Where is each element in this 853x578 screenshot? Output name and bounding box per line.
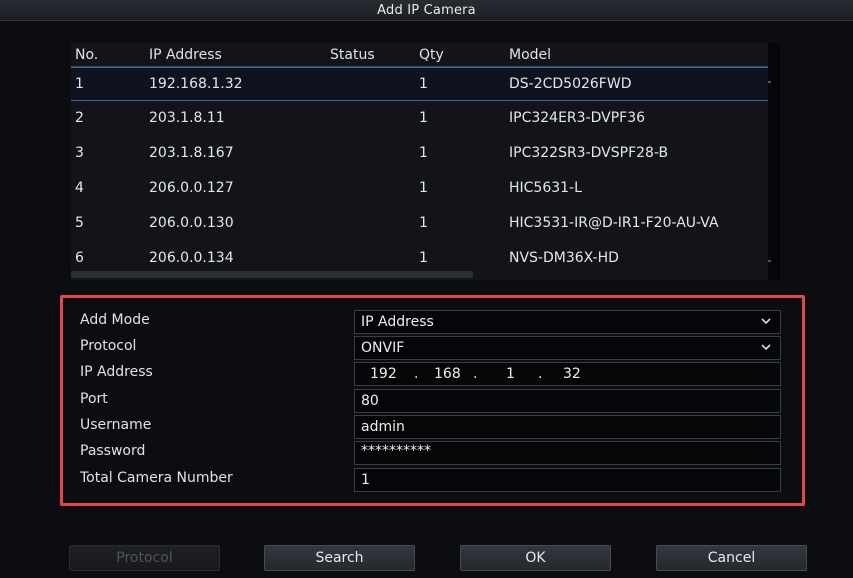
ip-octet-2[interactable]: 168 [434, 366, 461, 382]
scroll-marker [768, 260, 771, 262]
column-header-status[interactable]: Status [330, 47, 375, 63]
cell-qty: 1 [419, 180, 428, 196]
ip-address-input[interactable]: 192 . 168 . 1 . 32 [354, 362, 781, 386]
table-vertical-scrollbar[interactable] [768, 43, 780, 280]
cell-ip-address: 203.1.8.11 [149, 110, 225, 126]
table-horizontal-scrollbar[interactable] [71, 271, 473, 278]
table-row[interactable]: 3 203.1.8.167 1 IPC322SR3-DVSPF28-B [71, 137, 768, 171]
username-value: admin [361, 419, 405, 435]
cell-model: IPC324ER3-DVPF36 [509, 110, 646, 126]
cell-ip-address: 192.168.1.32 [149, 76, 243, 92]
cell-ip-address: 206.0.0.127 [149, 180, 234, 196]
protocol-button[interactable]: Protocol [69, 545, 220, 571]
cell-model: DS-2CD5026FWD [509, 76, 632, 92]
add-mode-value: IP Address [361, 314, 434, 330]
cell-qty: 1 [419, 76, 428, 92]
add-mode-label: Add Mode [80, 312, 150, 328]
cell-qty: 1 [419, 110, 428, 126]
cell-model: NVS-DM36X-HD [509, 250, 619, 266]
protocol-value: ONVIF [361, 340, 405, 356]
chevron-down-icon [761, 344, 771, 351]
port-input[interactable]: 80 [354, 389, 781, 413]
total-camera-number-value: 1 [361, 472, 370, 488]
port-label: Port [80, 391, 108, 407]
cell-qty: 1 [419, 145, 428, 161]
username-label: Username [80, 417, 152, 433]
ip-dot: . [414, 366, 419, 382]
total-camera-number-label: Total Camera Number [80, 470, 233, 486]
cell-no: 5 [75, 215, 84, 231]
table-row[interactable]: 1 192.168.1.32 1 DS-2CD5026FWD [71, 67, 768, 101]
ok-button[interactable]: OK [460, 545, 611, 571]
dialog-title: Add IP Camera [377, 2, 476, 18]
column-header-model[interactable]: Model [509, 47, 551, 63]
ip-dot: . [538, 366, 543, 382]
protocol-label: Protocol [80, 338, 137, 354]
ip-address-label: IP Address [80, 364, 153, 380]
dialog-title-bar: Add IP Camera [0, 0, 853, 21]
ip-dot: . [473, 366, 478, 382]
password-input[interactable]: ********** [354, 441, 781, 465]
password-value: ********** [361, 443, 431, 459]
protocol-select[interactable]: ONVIF [354, 336, 781, 360]
cell-no: 3 [75, 145, 84, 161]
camera-table: No. IP Address Status Qty Model 1 192.16… [71, 43, 768, 280]
cell-ip-address: 203.1.8.167 [149, 145, 234, 161]
cell-model: HIC5631-L [509, 180, 582, 196]
cell-no: 4 [75, 180, 84, 196]
port-value: 80 [361, 393, 379, 409]
cell-ip-address: 206.0.0.130 [149, 215, 234, 231]
table-row[interactable]: 5 206.0.0.130 1 HIC3531-IR@D-IR1-F20-AU-… [71, 207, 768, 241]
table-row[interactable]: 4 206.0.0.127 1 HIC5631-L [71, 172, 768, 206]
username-input[interactable]: admin [354, 415, 781, 439]
total-camera-number-input[interactable]: 1 [354, 468, 781, 492]
chevron-down-icon [761, 318, 771, 325]
column-header-ip-address[interactable]: IP Address [149, 47, 222, 63]
ip-octet-3[interactable]: 1 [506, 366, 515, 382]
cell-qty: 1 [419, 250, 428, 266]
search-button[interactable]: Search [264, 545, 415, 571]
table-header: No. IP Address Status Qty Model [71, 43, 768, 67]
scroll-marker [768, 81, 771, 83]
cell-qty: 1 [419, 215, 428, 231]
column-header-qty[interactable]: Qty [419, 47, 444, 63]
table-row[interactable]: 2 203.1.8.11 1 IPC324ER3-DVPF36 [71, 102, 768, 136]
cell-model: HIC3531-IR@D-IR1-F20-AU-VA [509, 215, 719, 231]
cell-model: IPC322SR3-DVSPF28-B [509, 145, 669, 161]
cell-no: 2 [75, 110, 84, 126]
password-label: Password [80, 443, 146, 459]
cell-ip-address: 206.0.0.134 [149, 250, 234, 266]
add-mode-select[interactable]: IP Address [354, 310, 781, 334]
column-header-no[interactable]: No. [75, 47, 98, 63]
cell-no: 1 [75, 76, 84, 92]
cell-no: 6 [75, 250, 84, 266]
ip-octet-4[interactable]: 32 [563, 366, 581, 382]
ip-octet-1[interactable]: 192 [370, 366, 397, 382]
cancel-button[interactable]: Cancel [656, 545, 807, 571]
